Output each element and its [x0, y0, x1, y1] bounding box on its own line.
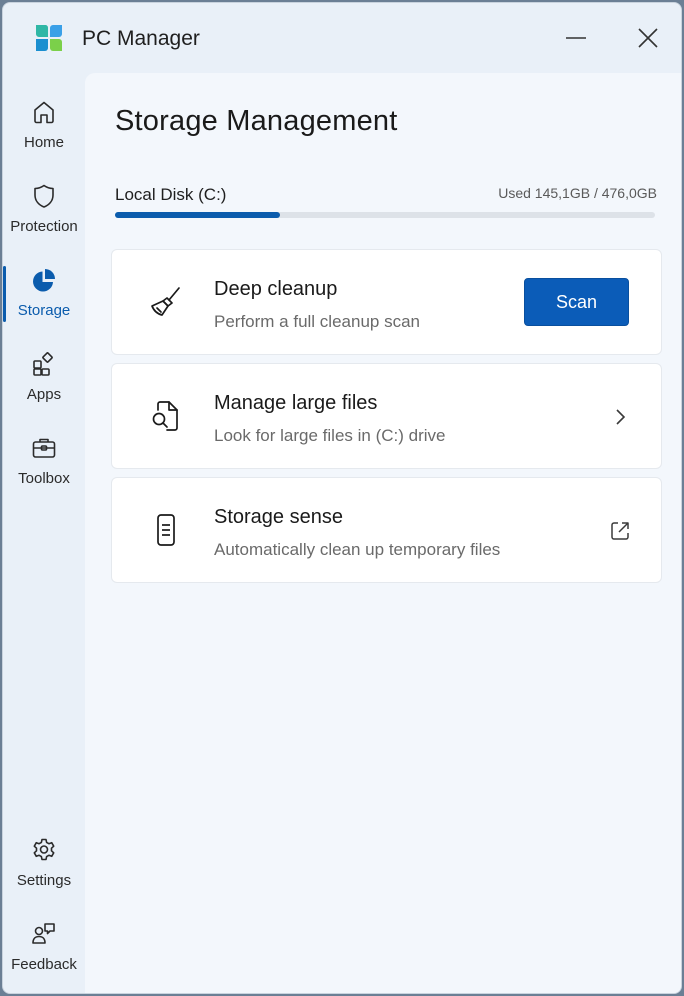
gear-icon — [30, 836, 58, 864]
sidebar-item-label: Toolbox — [18, 470, 70, 487]
app-title: PC Manager — [82, 27, 200, 50]
sidebar-item-home[interactable]: Home — [3, 90, 85, 168]
sidebar-item-toolbox[interactable]: Toolbox — [3, 426, 85, 504]
card-title: Storage sense — [214, 506, 343, 528]
disk-usage-fill — [115, 212, 280, 218]
card-subtitle: Perform a full cleanup scan — [214, 312, 420, 331]
deep-cleanup-card: Deep cleanup Perform a full cleanup scan… — [111, 249, 662, 355]
disk-usage-text: Used 145,1GB / 476,0GB — [498, 185, 657, 201]
sidebar-item-label: Settings — [16, 872, 72, 889]
disk-usage-bar — [115, 212, 655, 218]
file-search-icon — [148, 398, 184, 434]
toolbox-icon — [30, 434, 58, 462]
app-logo — [36, 25, 62, 51]
close-icon — [638, 28, 658, 48]
chevron-right-icon[interactable] — [607, 404, 633, 430]
sidebar-item-feedback[interactable]: Feedback — [3, 912, 85, 990]
card-subtitle: Automatically clean up temporary files — [214, 540, 501, 559]
external-link-icon[interactable] — [607, 518, 633, 544]
feedback-icon — [30, 920, 58, 948]
close-button[interactable] — [631, 21, 665, 55]
shield-icon — [30, 182, 58, 210]
title-bar[interactable]: PC Manager — [3, 3, 681, 73]
sidebar-item-settings[interactable]: Settings — [3, 828, 85, 906]
sidebar-item-protection[interactable]: Protection — [3, 174, 85, 252]
sidebar-item-label: Storage — [17, 302, 71, 319]
sidebar-item-label: Feedback — [11, 956, 77, 973]
app-window: PC Manager Home Protection Storage Apps … — [2, 2, 682, 994]
sidebar-item-apps[interactable]: Apps — [3, 342, 85, 420]
storage-sense-card[interactable]: Storage sense Automatically clean up tem… — [111, 477, 662, 583]
minimize-icon — [566, 37, 586, 39]
minimize-button[interactable] — [559, 21, 593, 55]
sidebar-item-label: Protection — [10, 218, 78, 235]
manage-large-files-card[interactable]: Manage large files Look for large files … — [111, 363, 662, 469]
phone-storage-icon — [148, 512, 184, 548]
disk-label: Local Disk (C:) — [115, 185, 227, 204]
main-content: Storage Management Local Disk (C:) Used … — [85, 73, 681, 993]
broom-icon — [148, 284, 184, 320]
pie-chart-icon — [30, 266, 58, 294]
scan-button[interactable]: Scan — [524, 278, 629, 326]
page-title: Storage Management — [115, 105, 398, 137]
home-icon — [30, 98, 58, 126]
card-title: Deep cleanup — [214, 278, 338, 300]
sidebar-item-label: Apps — [26, 386, 62, 403]
sidebar-item-storage[interactable]: Storage — [3, 258, 85, 336]
card-title: Manage large files — [214, 392, 378, 414]
card-subtitle: Look for large files in (C:) drive — [214, 426, 446, 445]
apps-icon — [30, 350, 58, 378]
sidebar-item-label: Home — [23, 134, 64, 151]
